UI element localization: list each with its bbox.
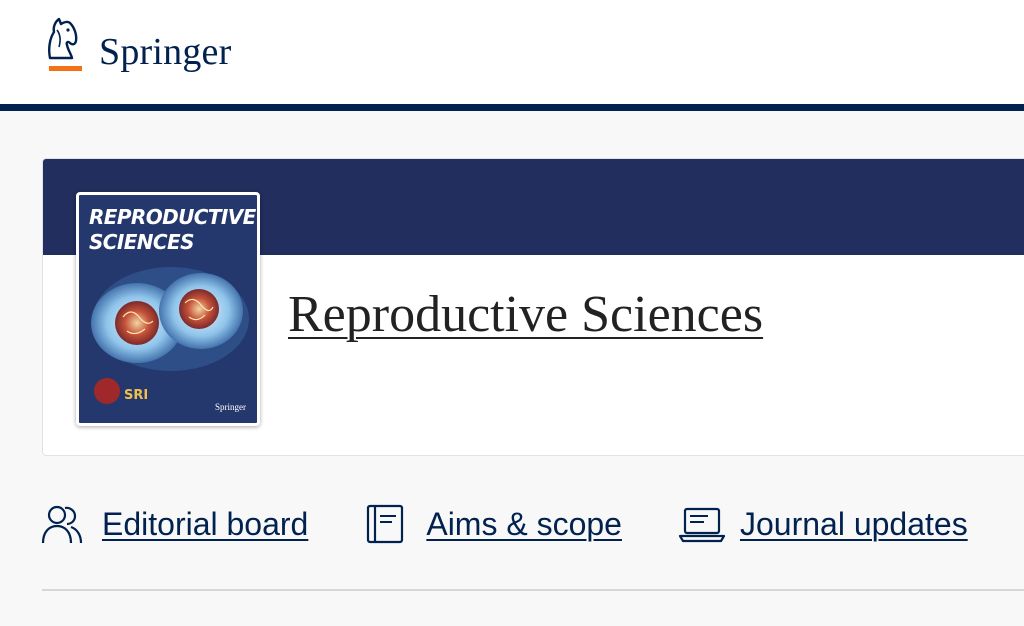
book-icon <box>364 500 412 548</box>
cover-cell-illustration <box>91 267 249 404</box>
header-divider <box>0 104 1024 111</box>
cover-publisher: Springer <box>215 402 246 412</box>
laptop-icon <box>678 500 726 548</box>
journal-cover-image[interactable]: REPRODUCTIVE SCIENCES SRI Springer <box>76 192 260 426</box>
journal-updates-label: Journal updates <box>739 505 968 542</box>
section-divider <box>42 589 1024 591</box>
sri-logo-icon <box>94 378 120 404</box>
springer-horse-icon <box>40 14 83 80</box>
cover-society-mark: SRI <box>124 388 149 403</box>
cover-title-line1: REPRODUCTIVE <box>89 205 256 229</box>
journal-title-link[interactable]: Reproductive Sciences <box>288 285 763 344</box>
journal-nav: Editorial board Aims & scope Journal upd… <box>40 500 1024 548</box>
people-icon <box>40 500 88 548</box>
journal-header: REPRODUCTIVE SCIENCES SRI Springer Repro… <box>42 158 1024 456</box>
aims-scope-label: Aims & scope <box>426 505 622 542</box>
cover-title: REPRODUCTIVE SCIENCES <box>89 205 256 255</box>
aims-scope-link[interactable]: Aims & scope <box>364 500 622 548</box>
cover-title-line2: SCIENCES <box>89 230 194 254</box>
springer-logo[interactable]: Springer <box>40 14 231 80</box>
editorial-board-link[interactable]: Editorial board <box>40 500 308 548</box>
editorial-board-label: Editorial board <box>102 505 309 542</box>
site-header: Springer <box>0 0 1024 104</box>
brand-name: Springer <box>99 31 232 73</box>
journal-updates-link[interactable]: Journal updates <box>678 500 968 548</box>
